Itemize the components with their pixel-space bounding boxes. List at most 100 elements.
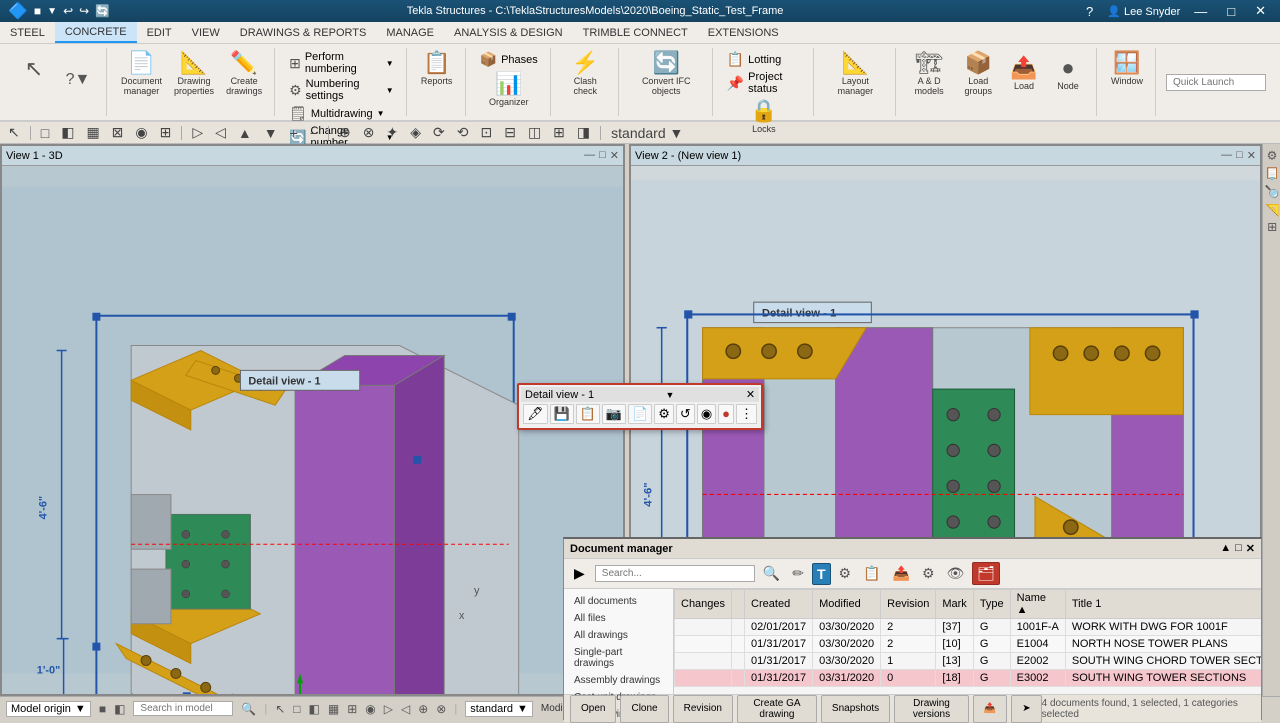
menu-view[interactable]: VIEW: [182, 22, 230, 43]
col-mark[interactable]: Mark: [936, 590, 973, 619]
col-revision[interactable]: Revision: [881, 590, 936, 619]
search-model-input[interactable]: [133, 701, 233, 716]
toolbar-btn10[interactable]: ▼: [260, 123, 282, 143]
toolbar-btn23[interactable]: ◨: [573, 122, 594, 143]
toolbar-btn22[interactable]: ⊞: [549, 122, 569, 143]
minimize-btn[interactable]: —: [1188, 4, 1213, 19]
doc-list-btn[interactable]: 📋: [859, 563, 884, 584]
toolbar-btn19[interactable]: ⊡: [476, 122, 496, 143]
toolbar-select-btn[interactable]: ↖: [4, 122, 24, 143]
toolbar-btn18[interactable]: ⟲: [453, 122, 473, 143]
status-btn6[interactable]: ◉: [365, 702, 375, 716]
doc-sidebar-assembly[interactable]: Assembly drawings: [568, 672, 669, 689]
menu-manage[interactable]: MANAGE: [376, 22, 444, 43]
doc-share-btn[interactable]: 📤: [973, 695, 1007, 723]
toolbar-btn3[interactable]: ▦: [82, 122, 103, 143]
view1-minimize-btn[interactable]: —: [584, 149, 595, 162]
float-btn-doc[interactable]: 📄: [628, 404, 652, 424]
toolbar-btn4[interactable]: ⊠: [108, 122, 128, 143]
undo-icon[interactable]: ↩: [63, 4, 73, 18]
menu-steel[interactable]: STEEL: [0, 22, 55, 43]
ribbon-reports-btn[interactable]: 📋 Reports: [417, 50, 457, 88]
toolbar-btn8[interactable]: ◁: [211, 122, 230, 143]
ribbon-create-drawings-btn[interactable]: ✏️ Createdrawings: [222, 50, 266, 98]
doc-clone-btn[interactable]: Clone: [620, 695, 668, 723]
toolbar-btn11[interactable]: +: [286, 123, 302, 143]
sidebar-btn5[interactable]: ⊞: [1265, 222, 1279, 232]
float-btn-camera[interactable]: 📷: [602, 404, 626, 424]
ribbon-numbering-settings-btn[interactable]: ⚙ Numbering settings ▼: [285, 77, 398, 103]
status-btn8[interactable]: ◁: [401, 702, 410, 716]
doc-revision-btn[interactable]: Revision: [673, 695, 733, 723]
doc-grid-btn[interactable]: 🗂: [972, 562, 1000, 585]
menu-drawings-reports[interactable]: DRAWINGS & REPORTS: [230, 22, 377, 43]
menu-analysis-design[interactable]: ANALYSIS & DESIGN: [444, 22, 573, 43]
ribbon-load-btn[interactable]: 📤 Load: [1004, 55, 1044, 93]
ribbon-node-btn[interactable]: ● Node: [1048, 55, 1088, 93]
ribbon-window-btn[interactable]: 🪟 Window: [1107, 50, 1147, 88]
doc-snapshots-btn[interactable]: Snapshots: [821, 695, 890, 723]
col-name[interactable]: Name ▲: [1010, 590, 1065, 619]
quick-launch-input[interactable]: [1166, 74, 1266, 91]
ribbon-docmanager-btn[interactable]: 📄 Documentmanager: [117, 50, 166, 98]
float-btn-menu[interactable]: ⋮: [736, 404, 757, 424]
toolbar-btn17[interactable]: ⟳: [429, 122, 449, 143]
col-changes[interactable]: Changes: [675, 590, 732, 619]
doc-arrow-btn[interactable]: ➤: [1011, 695, 1041, 723]
doc-restore-btn[interactable]: □: [1235, 542, 1242, 555]
toolbar-btn5[interactable]: ◉: [131, 122, 151, 143]
ribbon-select-btn[interactable]: ↖: [14, 56, 54, 84]
status-btn4[interactable]: ▦: [328, 702, 339, 716]
float-btn-pen[interactable]: 🖋: [523, 404, 548, 424]
status-btn7[interactable]: ▷: [384, 702, 393, 716]
ribbon-perform-numbering-btn[interactable]: ⊞ Perform numbering ▼: [285, 50, 398, 76]
toolbar-standard-dropdown[interactable]: standard ▼: [607, 123, 687, 143]
toolbar-btn1[interactable]: □: [37, 123, 53, 143]
doc-export-btn[interactable]: 📤: [889, 563, 914, 584]
menu-concrete[interactable]: CONCRETE: [55, 22, 137, 43]
ribbon-layout-btn[interactable]: 📐 Layout manager: [824, 50, 887, 98]
doc-edit-btn[interactable]: ✏: [788, 563, 808, 584]
col-created[interactable]: Created: [745, 590, 813, 619]
sidebar-btn2[interactable]: 📋: [1265, 166, 1279, 181]
ribbon-lotting-btn[interactable]: 📋 Lotting: [723, 50, 805, 69]
menu-edit[interactable]: EDIT: [137, 22, 182, 43]
ribbon-project-status-btn[interactable]: 📌 Project status: [723, 70, 805, 96]
float-btn-gear[interactable]: ⚙: [654, 404, 674, 424]
doc-drawing-versions-btn[interactable]: Drawing versions: [894, 695, 969, 723]
toolbar-btn7[interactable]: ▷: [188, 122, 207, 143]
view2-minimize-btn[interactable]: —: [1221, 149, 1232, 162]
doc-settings-btn[interactable]: ⚙: [918, 563, 939, 584]
toolbar-btn16[interactable]: ◈: [406, 122, 425, 143]
toolbar-btn20[interactable]: ⊟: [500, 122, 520, 143]
table-row[interactable]: 01/31/201703/30/20202[10]GE1004NORTH NOS…: [675, 636, 1262, 653]
ribbon-help-btn[interactable]: ?▼: [58, 70, 98, 90]
status-btn2[interactable]: □: [293, 702, 300, 716]
close-btn[interactable]: ✕: [1249, 3, 1272, 19]
status-icon2[interactable]: ◧: [114, 702, 125, 716]
doc-expand-btn[interactable]: ▲: [1220, 542, 1231, 555]
doc-open-btn[interactable]: Open: [570, 695, 616, 723]
float-btn-save[interactable]: 💾: [550, 404, 574, 424]
doc-sidebar-all-files[interactable]: All files: [568, 610, 669, 627]
model-origin-dropdown[interactable]: Model origin ▼: [6, 701, 91, 717]
view1-close-btn[interactable]: ✕: [610, 149, 619, 162]
col-title1[interactable]: Title 1: [1065, 590, 1261, 619]
doc-create-ga-btn[interactable]: Create GA drawing: [737, 695, 817, 723]
toolbar-btn9[interactable]: ▲: [234, 123, 256, 143]
maximize-btn[interactable]: □: [1221, 4, 1241, 19]
col-flag[interactable]: [732, 590, 745, 619]
view1-maximize-btn[interactable]: □: [599, 149, 606, 162]
toolbar-btn15[interactable]: ✦: [382, 122, 402, 143]
doc-gear-btn[interactable]: ⚙: [835, 563, 856, 584]
ribbon-phases-btn[interactable]: 📦 Phases: [476, 50, 542, 69]
float-btn-circle[interactable]: ◉: [697, 404, 716, 424]
ribbon-organizer-btn[interactable]: 📊 Organizer: [485, 71, 533, 109]
redo-icon[interactable]: ↪: [79, 4, 89, 18]
ribbon-ad-models-btn[interactable]: 🏗 A & D models: [906, 50, 953, 98]
ribbon-load-groups-btn[interactable]: 📦 Load groups: [956, 50, 1000, 98]
doc-search-input[interactable]: [595, 565, 755, 582]
ribbon-drawing-props-btn[interactable]: 📐 Drawingproperties: [170, 50, 218, 98]
doc-eye-btn[interactable]: 👁: [943, 563, 969, 584]
float-btn-rotate[interactable]: ↺: [676, 404, 695, 424]
